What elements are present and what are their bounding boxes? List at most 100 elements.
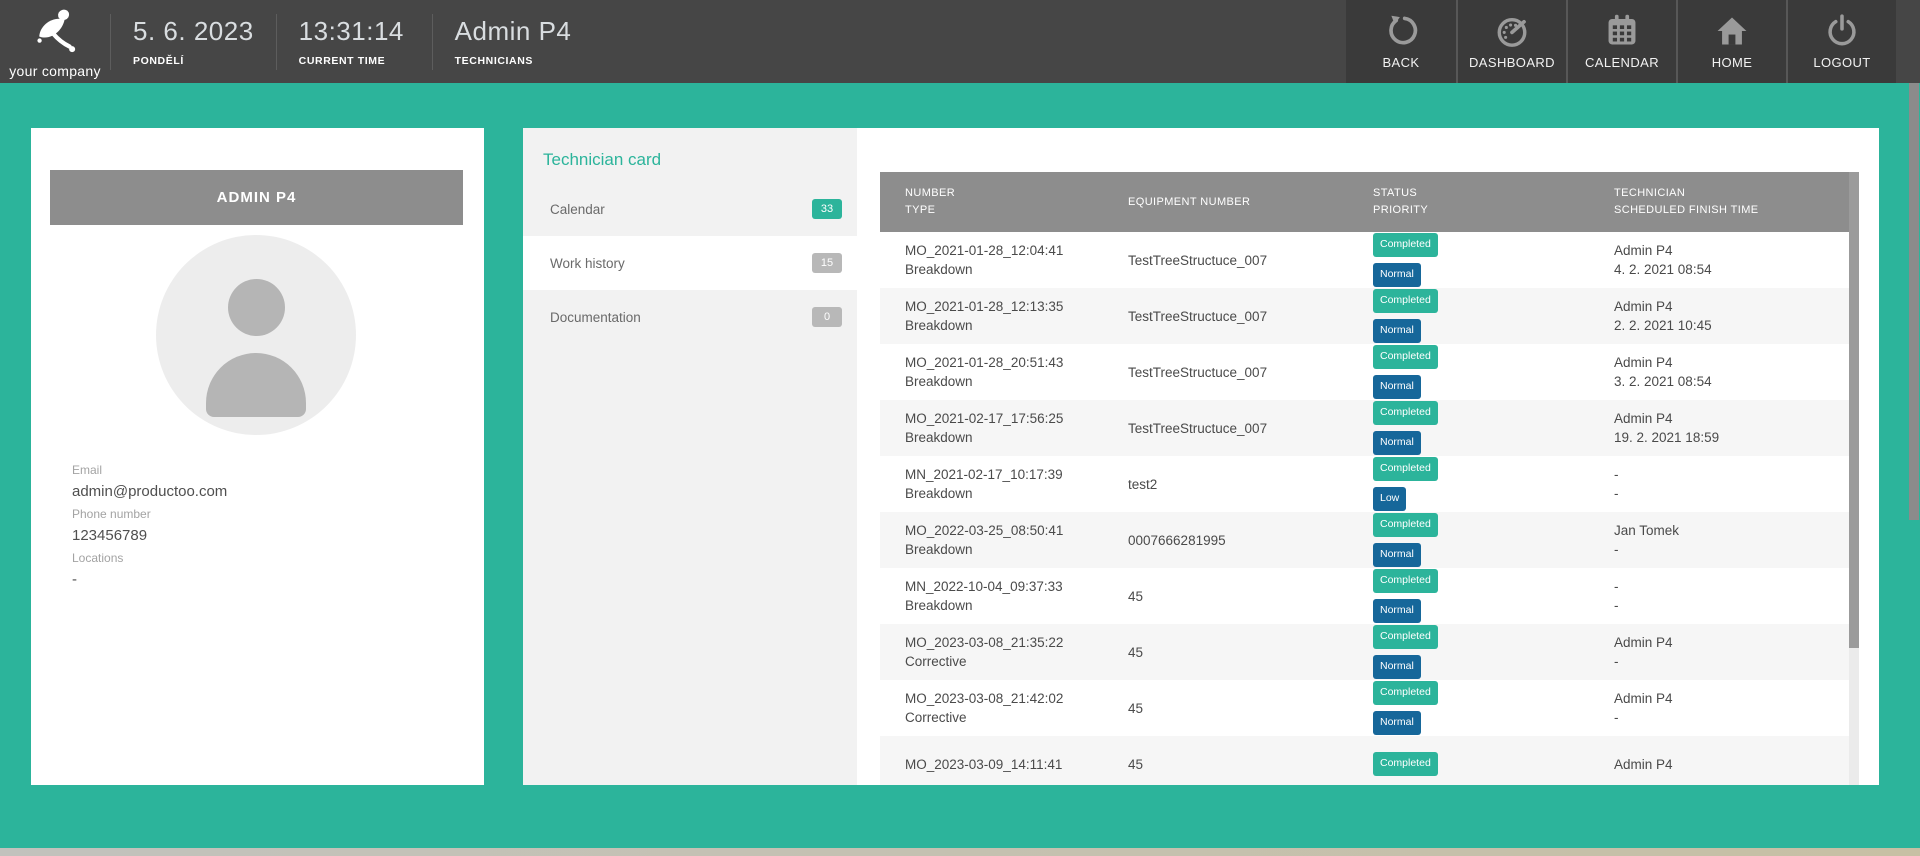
work-order-number-type: MO_2023-03-09_14:11:41 [880,736,1117,785]
work-order-number-type: MN_2022-10-04_09:37:33 Breakdown [880,568,1117,624]
work-order-type: Breakdown [905,484,1117,503]
work-order-row[interactable]: MO_2022-03-25_08:50:41 Breakdown 0007666… [880,512,1849,568]
avatar [156,235,356,435]
work-order-status-priority: Completed Low [1368,456,1610,512]
company-logo-icon [19,8,91,61]
work-order-equipment: 45 [1117,568,1368,624]
work-order-number-type: MO_2022-03-25_08:50:41 Breakdown [880,512,1117,568]
profile-field: Phone number 123456789 [72,504,442,547]
work-order-equipment: TestTreeStructuce_007 [1117,344,1368,400]
work-order-technician: Admin P4 [1614,409,1849,428]
work-order-row[interactable]: MO_2023-03-09_14:11:41 45 Completed Admi… [880,736,1849,785]
profile-field-value: - [72,569,442,591]
avatar-person-icon [228,279,285,336]
work-order-technician-finish: Admin P4 - [1610,680,1849,736]
work-order-type: Breakdown [905,540,1117,559]
work-order-row[interactable]: MO_2023-03-08_21:35:22 Corrective 45 Com… [880,624,1849,680]
work-order-technician-finish: Admin P4 2. 2. 2021 10:45 [1610,288,1849,344]
calendar-button[interactable]: CALENDAR [1566,0,1676,83]
status-badge: Completed [1373,401,1438,425]
work-order-number: MO_2023-03-09_14:11:41 [905,755,1117,774]
technician-name-header: ADMIN P4 [50,170,463,225]
work-order-row[interactable]: MN_2022-10-04_09:37:33 Breakdown 45 Comp… [880,568,1849,624]
work-order-row[interactable]: MO_2021-01-28_12:04:41 Breakdown TestTre… [880,232,1849,288]
back-label: BACK [1382,55,1419,70]
table-scrollbar-thumb[interactable] [1849,172,1859,648]
work-order-number-type: MO_2021-01-28_12:04:41 Breakdown [880,232,1117,288]
dashboard-button[interactable]: DASHBOARD [1456,0,1566,83]
company-logo-text: your company [9,63,101,79]
work-order-number: MO_2021-01-28_12:13:35 [905,297,1117,316]
logout-button[interactable]: LOGOUT [1786,0,1896,83]
tab-label: Work history [550,256,625,271]
work-order-equipment: TestTreeStructuce_007 [1117,232,1368,288]
technician-card-tab[interactable]: Work history 15 [523,236,857,290]
back-icon [1384,14,1418,48]
work-order-technician: - [1614,465,1849,484]
work-order-finish-time: 3. 2. 2021 08:54 [1614,372,1849,391]
company-logo[interactable]: your company [0,0,110,83]
tab-label: Calendar [550,202,605,217]
work-order-type: Breakdown [905,372,1117,391]
work-order-status-priority: Completed Normal [1368,232,1610,288]
work-order-type: Breakdown [905,428,1117,447]
profile-field-label: Locations [72,548,442,569]
profile-field-label: Phone number [72,504,442,525]
work-order-status-priority: Completed Normal [1368,568,1610,624]
work-order-technician-finish: Admin P4 [1610,736,1849,785]
work-orders-table-header: NUMBER TYPE EQUIPMENT NUMBER STATUS PRIO… [880,172,1849,232]
column-header-status-priority: STATUS PRIORITY [1368,172,1610,232]
priority-badge: Normal [1373,263,1421,287]
status-badge: Completed [1373,681,1438,705]
priority-badge: Normal [1373,599,1421,623]
profile-field: Locations - [72,548,442,591]
work-order-equipment: 45 [1117,624,1368,680]
current-time-label: CURRENT TIME [299,55,410,67]
page-title: Admin P4 [455,16,572,47]
column-header-equipment-number: EQUIPMENT NUMBER [1117,172,1368,232]
work-history-panel: NUMBER TYPE EQUIPMENT NUMBER STATUS PRIO… [857,128,1879,785]
logout-icon [1825,14,1859,48]
home-button[interactable]: HOME [1676,0,1786,83]
work-order-row[interactable]: MN_2021-02-17_10:17:39 Breakdown test2 C… [880,456,1849,512]
window-scrollbar[interactable] [1908,0,1920,848]
work-order-row[interactable]: MO_2021-01-28_20:51:43 Breakdown TestTre… [880,344,1849,400]
technician-card-tab[interactable]: Documentation 0 [523,290,857,344]
work-order-technician: Admin P4 [1614,241,1849,260]
table-scrollbar[interactable] [1849,172,1859,785]
work-order-technician: Admin P4 [1614,353,1849,372]
bottom-edge-strip [0,848,1920,856]
work-order-number-type: MO_2023-03-08_21:42:02 Corrective [880,680,1117,736]
work-order-status-priority: Completed Normal [1368,344,1610,400]
work-order-status-priority: Completed Normal [1368,680,1610,736]
work-order-type: Breakdown [905,260,1117,279]
work-order-number: MO_2023-03-08_21:35:22 [905,633,1117,652]
page-subtitle: TECHNICIANS [455,55,572,67]
home-icon [1715,14,1749,48]
work-order-finish-time: - [1614,484,1849,503]
top-navigation: BACK DASHBOARD [1346,0,1896,83]
technician-card-tab[interactable]: Calendar 33 [523,182,857,236]
priority-badge: Normal [1373,711,1421,735]
work-order-type: Breakdown [905,596,1117,615]
back-button[interactable]: BACK [1346,0,1456,83]
work-order-finish-time: 2. 2. 2021 10:45 [1614,316,1849,335]
status-badge: Completed [1373,233,1438,257]
work-orders-table: NUMBER TYPE EQUIPMENT NUMBER STATUS PRIO… [880,172,1849,785]
work-order-technician-finish: Admin P4 4. 2. 2021 08:54 [1610,232,1849,288]
profile-field-value: admin@productoo.com [72,481,442,503]
status-badge: Completed [1373,457,1438,481]
work-order-equipment: TestTreeStructuce_007 [1117,288,1368,344]
work-order-row[interactable]: MO_2023-03-08_21:42:02 Corrective 45 Com… [880,680,1849,736]
work-order-technician-finish: Admin P4 3. 2. 2021 08:54 [1610,344,1849,400]
tab-count-badge: 33 [812,199,842,219]
work-order-finish-time: 4. 2. 2021 08:54 [1614,260,1849,279]
work-order-row[interactable]: MO_2021-01-28_12:13:35 Breakdown TestTre… [880,288,1849,344]
work-order-number: MO_2021-02-17_17:56:25 [905,409,1117,428]
work-order-row[interactable]: MO_2021-02-17_17:56:25 Breakdown TestTre… [880,400,1849,456]
work-order-type: Corrective [905,652,1117,671]
status-badge: Completed [1373,752,1438,776]
work-order-technician-finish: Admin P4 19. 2. 2021 18:59 [1610,400,1849,456]
work-order-technician: Admin P4 [1614,689,1849,708]
status-badge: Completed [1373,625,1438,649]
